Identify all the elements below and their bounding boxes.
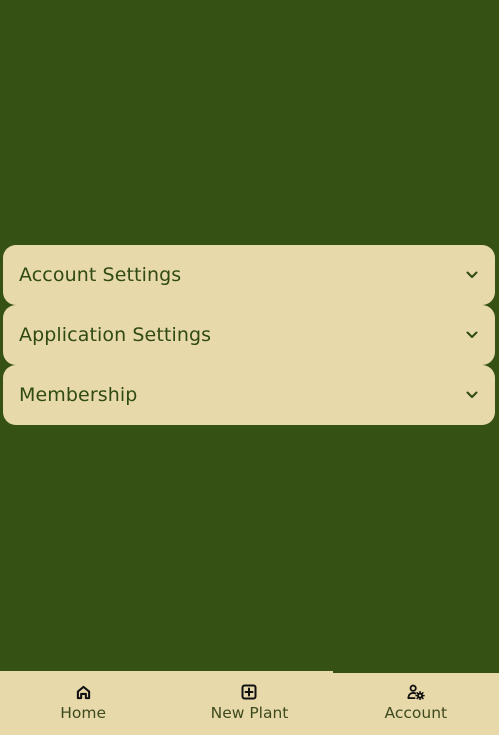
chevron-down-icon: [465, 268, 479, 282]
nav-label: New Plant: [210, 704, 289, 722]
accordion-application-settings[interactable]: Application Settings: [3, 305, 495, 365]
accordion-membership[interactable]: Membership: [3, 365, 495, 425]
nav-label: Account: [384, 704, 448, 722]
nav-item-account[interactable]: Account: [332, 671, 499, 735]
nav-label: Home: [60, 704, 107, 722]
chevron-down-icon: [465, 328, 479, 342]
accordion-label: Account Settings: [19, 264, 182, 286]
accordion-account-settings[interactable]: Account Settings: [3, 245, 495, 305]
plus-square-icon: [240, 683, 258, 701]
chevron-down-icon: [465, 388, 479, 402]
accordion-label: Membership: [19, 384, 138, 406]
home-icon: [74, 683, 92, 701]
main-content: Account Settings Application Settings Me…: [0, 0, 499, 671]
nav-item-home[interactable]: Home: [0, 671, 166, 735]
settings-accordion: Account Settings Application Settings Me…: [3, 245, 495, 425]
bottom-navigation: Home New Plant Account: [0, 671, 499, 735]
nav-item-new-plant[interactable]: New Plant: [166, 671, 332, 735]
accordion-label: Application Settings: [19, 324, 212, 346]
user-gear-icon: [407, 683, 425, 701]
